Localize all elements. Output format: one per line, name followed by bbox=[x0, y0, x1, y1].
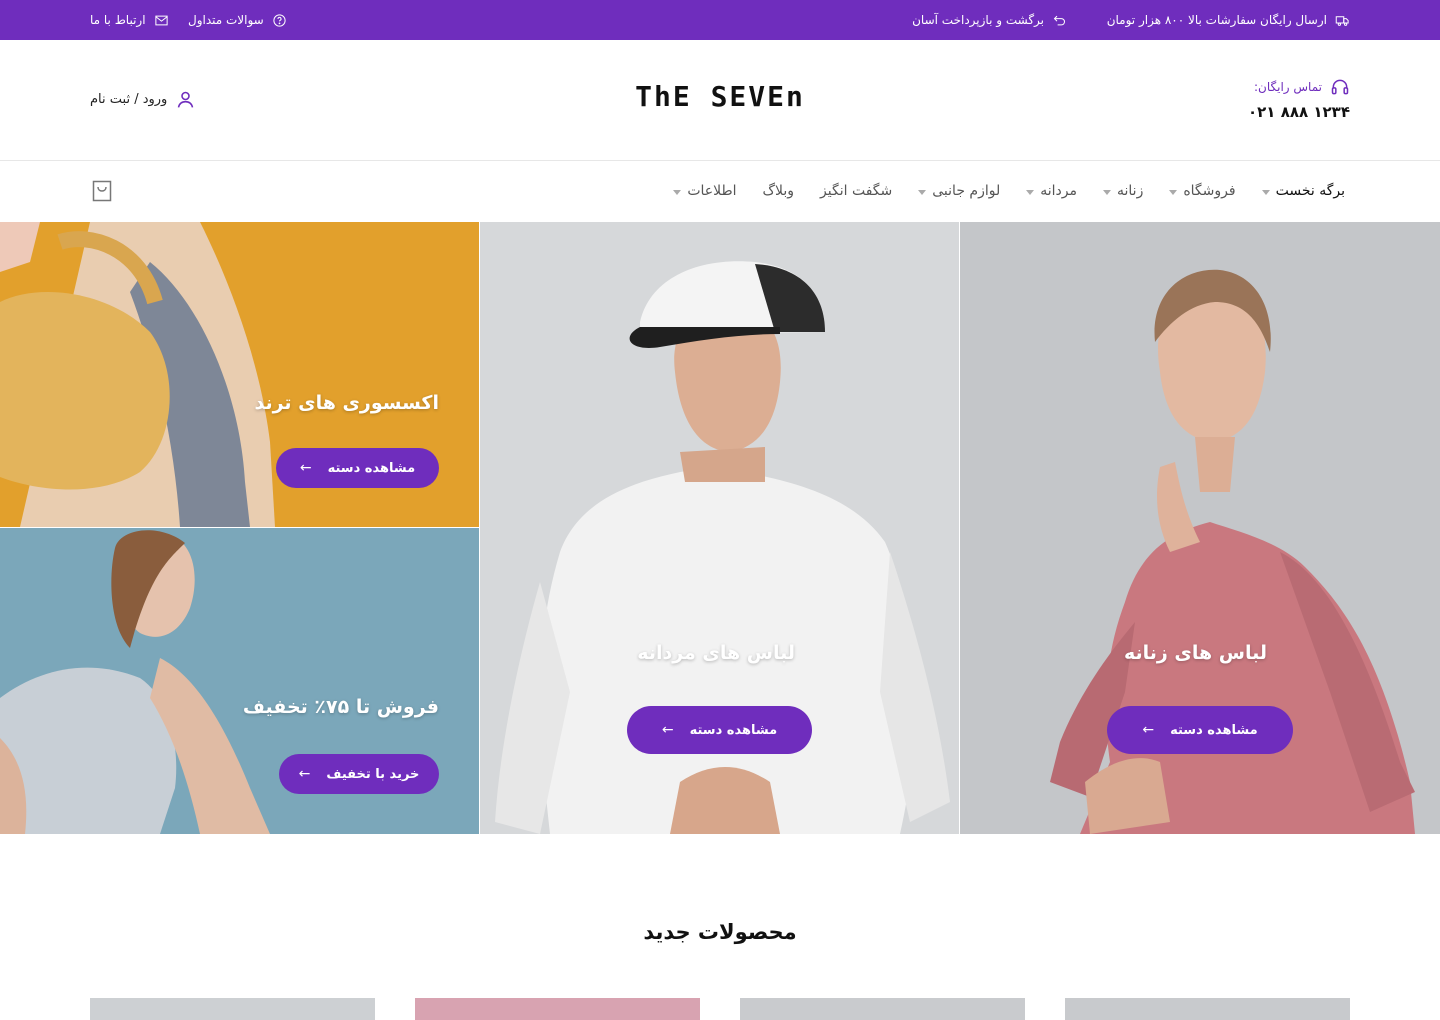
product-card-image[interactable] bbox=[740, 998, 1025, 1020]
nav-label: وبلاگ bbox=[762, 183, 795, 199]
chevron-down-icon bbox=[1169, 189, 1178, 195]
button-label: مشاهده دسته bbox=[689, 722, 778, 738]
nav-item-amazing[interactable]: شگفت انگیز bbox=[820, 183, 892, 199]
women-category-title: لباس های زنانه bbox=[1123, 642, 1267, 664]
user-icon bbox=[178, 91, 194, 108]
nav-item-accessories[interactable]: لوازم جانبی bbox=[918, 183, 1000, 199]
category-tile-accessories[interactable]: اکسسوری های ترند مشاهده دسته ← bbox=[0, 222, 479, 527]
free-shipping-notice: ارسال رایگان سفارشات بالا ۸۰۰ هزار تومان bbox=[1107, 0, 1350, 40]
shop-sale-button[interactable]: خرید با تخفیف ← bbox=[279, 754, 439, 794]
sale-title: فروش تا ۷۵٪ تخفیف bbox=[242, 696, 439, 718]
chevron-down-icon bbox=[673, 189, 682, 195]
arrow-left-icon: ← bbox=[661, 722, 674, 738]
chevron-down-icon bbox=[918, 189, 927, 195]
returns-notice: برگشت و بازپرداخت آسان bbox=[912, 0, 1067, 40]
nav-label: لوازم جانبی bbox=[932, 183, 1001, 199]
cart-icon[interactable] bbox=[92, 180, 112, 202]
accessories-view-category-button[interactable]: مشاهده دسته ← bbox=[276, 448, 439, 488]
category-tile-women[interactable]: لباس های زنانه مشاهده دسته ← bbox=[960, 222, 1440, 834]
new-products-heading: محصولات جدید bbox=[643, 920, 797, 944]
site-logo[interactable]: ThE SEVEn bbox=[0, 80, 1440, 113]
women-view-category-button[interactable]: مشاهده دسته ← bbox=[1107, 706, 1293, 754]
button-label: مشاهده دسته bbox=[1170, 722, 1258, 738]
login-label: ورود / ثبت نام bbox=[90, 92, 168, 107]
nav-item-women[interactable]: زنانه bbox=[1103, 183, 1143, 199]
arrow-left-icon: ← bbox=[298, 766, 311, 782]
truck-icon bbox=[1335, 15, 1349, 26]
nav-label: شگفت انگیز bbox=[820, 183, 893, 199]
nav-menu: برگه نخست فروشگاه زنانه مردانه لوازم جان… bbox=[673, 161, 1345, 221]
return-icon bbox=[1053, 15, 1065, 25]
returns-text: برگشت و بازپرداخت آسان bbox=[912, 13, 1044, 27]
nav-label: اطلاعات bbox=[687, 183, 737, 199]
nav-item-shop[interactable]: فروشگاه bbox=[1169, 183, 1236, 199]
contact-link[interactable]: ارتباط با ما bbox=[90, 0, 169, 40]
chevron-down-icon bbox=[1261, 189, 1270, 195]
nav-label: مردانه bbox=[1040, 183, 1077, 199]
login-register-link[interactable]: ورود / ثبت نام bbox=[90, 89, 196, 110]
chevron-down-icon bbox=[1103, 189, 1111, 195]
free-shipping-text: ارسال رایگان سفارشات بالا ۸۰۰ هزار تومان bbox=[1106, 13, 1327, 27]
main-navigation: برگه نخست فروشگاه زنانه مردانه لوازم جان… bbox=[0, 161, 1440, 221]
top-bar: ارسال رایگان سفارشات بالا ۸۰۰ هزار تومان… bbox=[0, 0, 1440, 40]
product-card-image[interactable] bbox=[90, 998, 375, 1020]
nav-label: فروشگاه bbox=[1183, 183, 1236, 199]
faq-label: سوالات متداول bbox=[188, 13, 264, 27]
men-category-title: لباس های مردانه bbox=[637, 642, 795, 664]
site-header: تماس رایگان: ۰۲۱ ۸۸۸ ۱۲۳۴ ThE SEVEn ورود… bbox=[0, 40, 1440, 161]
button-label: مشاهده دسته bbox=[327, 460, 416, 476]
nav-label: برگه نخست bbox=[1275, 183, 1345, 199]
category-tile-sale[interactable]: فروش تا ۷۵٪ تخفیف خرید با تخفیف ← bbox=[0, 528, 479, 834]
product-card-image[interactable] bbox=[415, 998, 700, 1020]
nav-item-home[interactable]: برگه نخست bbox=[1261, 183, 1345, 199]
faq-link[interactable]: سوالات متداول bbox=[188, 0, 287, 40]
question-icon bbox=[273, 13, 286, 27]
men-view-category-button[interactable]: مشاهده دسته ← bbox=[627, 706, 812, 754]
nav-label: زنانه bbox=[1117, 183, 1144, 199]
arrow-left-icon: ← bbox=[299, 460, 312, 476]
button-label: خرید با تخفیف bbox=[326, 766, 420, 782]
contact-label: ارتباط با ما bbox=[90, 13, 146, 27]
nav-item-blog[interactable]: وبلاگ bbox=[763, 183, 795, 199]
chevron-down-icon bbox=[1026, 189, 1035, 195]
accessories-category-title: اکسسوری های ترند bbox=[254, 392, 439, 414]
nav-item-men[interactable]: مردانه bbox=[1026, 183, 1077, 199]
category-tile-men[interactable]: لباس های مردانه مشاهده دسته ← bbox=[480, 222, 959, 834]
nav-item-info[interactable]: اطلاعات bbox=[673, 183, 737, 199]
product-card-image[interactable] bbox=[1065, 998, 1350, 1020]
arrow-left-icon: ← bbox=[1142, 722, 1155, 738]
mail-icon bbox=[154, 15, 168, 25]
